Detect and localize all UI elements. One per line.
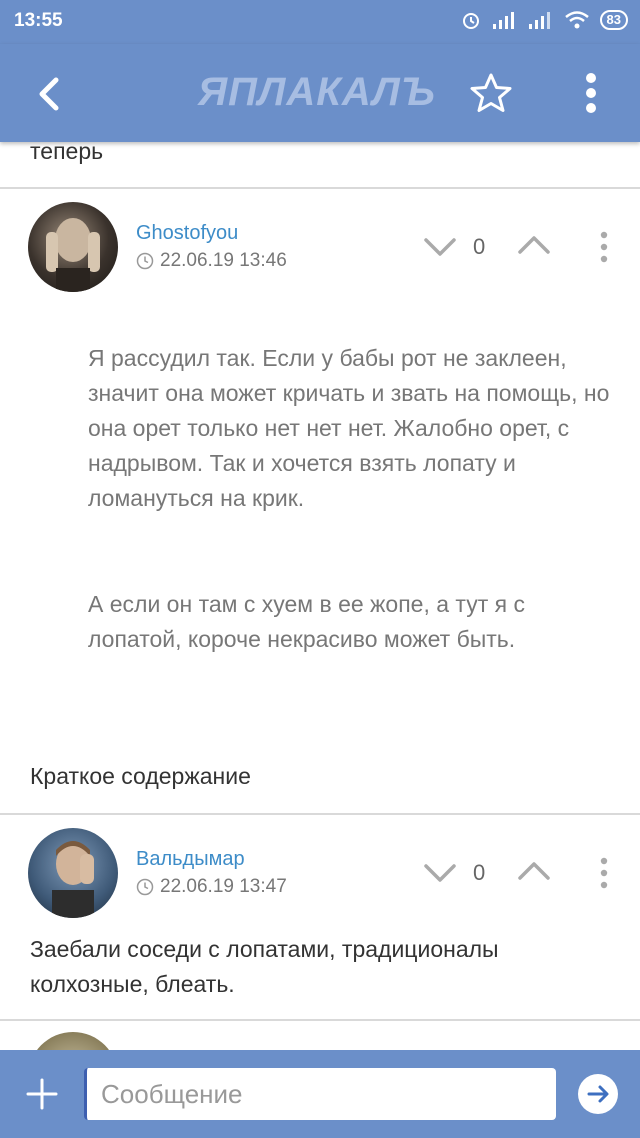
vote-down-button[interactable] [420,232,460,262]
send-button[interactable] [578,1074,618,1114]
avatar-image [52,841,94,918]
post-divider [0,187,640,189]
chevron-up-icon [518,236,550,254]
post-timestamp-text: 22.06.19 13:46 [160,250,287,271]
post-divider [0,1019,640,1021]
clock-icon [136,878,154,896]
wifi-icon [564,11,589,29]
alarm-icon [462,13,479,29]
avatar-image [46,218,100,292]
signal-icon [492,12,514,29]
star-icon [470,73,512,112]
post-timestamp-text: 22.06.19 13:47 [160,876,287,897]
app-root: 13:55 83 ЯПЛАКАЛЪ теперь Ghostofyou 22.0… [0,0,640,1138]
chevron-up-icon [518,862,550,880]
post-quote-paragraph: А если он там с хуем в ее жопе, а тут я … [88,591,525,652]
post-menu-button[interactable] [594,227,614,267]
chevron-down-icon [424,238,456,256]
chevron-left-icon [39,77,59,111]
chevron-down-icon [424,864,456,882]
vote-down-button[interactable] [420,858,460,888]
post-timestamp: 22.06.19 13:46 [136,250,287,272]
post-quote-paragraph: Я рассудил так. Если у бабы рот не закле… [88,345,610,511]
more-vertical-icon [600,231,608,263]
post-author[interactable]: Ghostofyou [136,222,238,245]
post-menu-button[interactable] [594,853,614,893]
clock-icon [136,252,154,270]
post-divider [0,813,640,815]
vote-up-button[interactable] [514,856,554,886]
avatar[interactable] [28,828,118,918]
previous-post-text: теперь [30,138,104,164]
signal-2-icon [528,12,550,29]
post-text: Заебали соседи с лопатами, традиционалы … [30,936,499,997]
status-time: 13:55 [14,10,63,31]
status-bar: 13:55 83 [0,0,640,44]
vote-count: 0 [473,234,486,259]
site-logo[interactable]: ЯПЛАКАЛЪ [198,70,436,115]
status-icons: 83 [460,9,628,31]
more-vertical-icon [600,857,608,889]
more-menu-button[interactable] [576,70,606,116]
post-timestamp: 22.06.19 13:47 [136,876,287,898]
vote-count: 0 [473,860,486,885]
back-button[interactable] [30,72,70,116]
vote-up-button[interactable] [514,230,554,260]
attach-button[interactable] [22,1074,62,1114]
favorite-button[interactable] [468,70,514,116]
post-text: Краткое содержание [30,763,251,789]
app-bar: ЯПЛАКАЛЪ [0,44,640,142]
battery-indicator: 83 [599,10,628,30]
more-vertical-icon [586,73,596,113]
post-author[interactable]: Вальдымар [136,848,245,871]
message-input[interactable] [84,1068,556,1120]
avatar[interactable] [28,202,118,292]
message-composer [0,1050,640,1138]
plus-icon [26,1078,58,1110]
arrow-right-icon [587,1085,609,1103]
